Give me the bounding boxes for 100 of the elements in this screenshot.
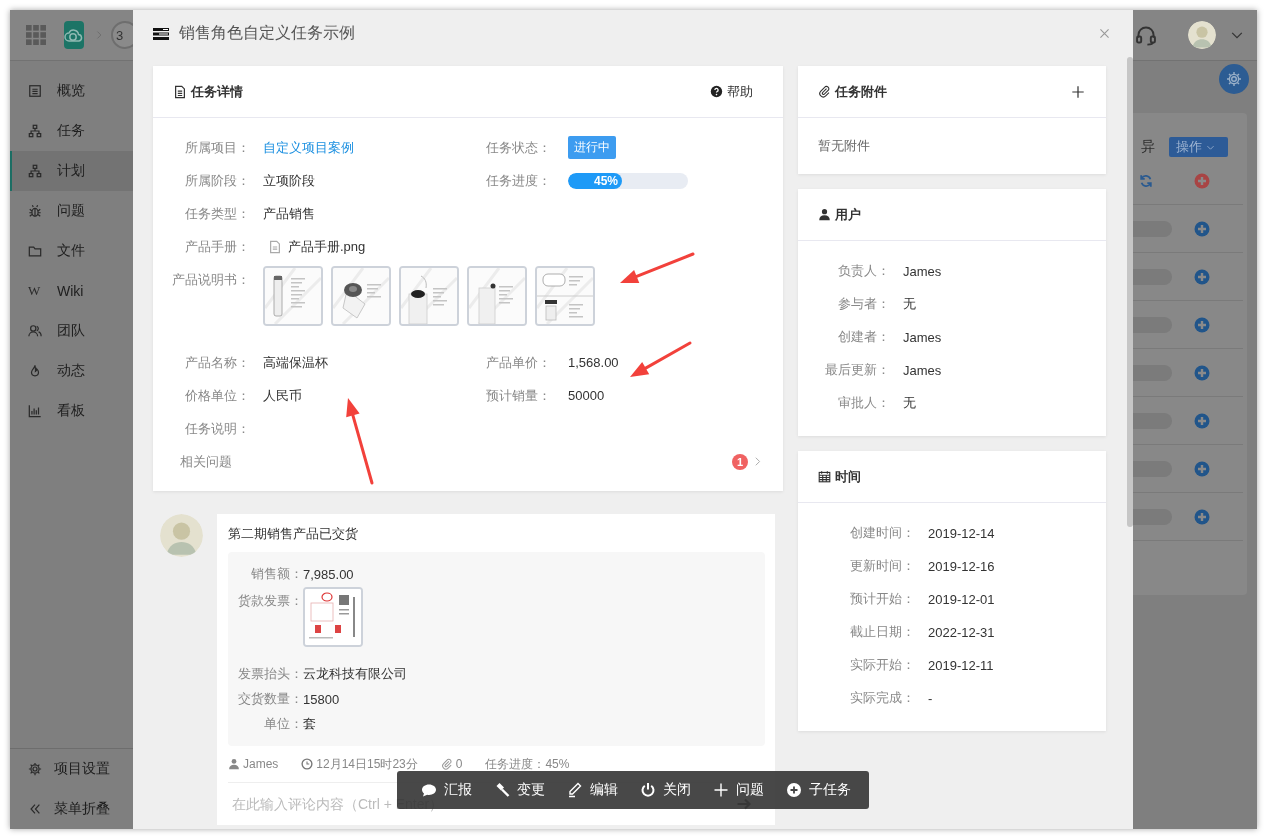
field-label: 创建时间： (849, 524, 915, 542)
toolbar-button[interactable]: 汇报 (421, 781, 472, 799)
add-icon[interactable] (1194, 172, 1210, 189)
field-label: 产品单价： (486, 353, 552, 372)
sidebar-item[interactable]: 文件 (10, 231, 133, 271)
field-label: 单位： (263, 715, 303, 733)
file-link[interactable]: 产品手册.png (288, 237, 366, 256)
field-label: 截止日期： (849, 623, 915, 641)
field-value: 15800 (303, 691, 340, 707)
toolbar-button[interactable]: 问题 (713, 781, 764, 799)
card-title: 任务附件 (835, 82, 887, 101)
cloud-logo[interactable] (64, 21, 84, 49)
field-label: 实际开始： (849, 656, 915, 674)
field-value: 2019-12-11 (928, 657, 994, 673)
sidebar-item[interactable]: 团队 (10, 311, 133, 351)
file-icon (268, 239, 282, 254)
rounded-bar (1133, 220, 1172, 237)
field-value: 50000 (568, 388, 605, 403)
field-label: 负责人： (837, 262, 890, 280)
field-label: 任务类型： (184, 204, 250, 223)
sidebar-item[interactable]: 概览 (10, 71, 133, 111)
field-label: 销售额： (250, 565, 303, 583)
project-link[interactable]: 自定义项目案例 (263, 138, 354, 157)
add-icon[interactable] (1194, 220, 1210, 237)
wiki-icon: W (28, 283, 42, 299)
rounded-bar (1133, 316, 1172, 333)
field-value: 产品销售 (263, 204, 315, 223)
add-icon[interactable] (1194, 508, 1210, 525)
attachment-count: 0 (455, 757, 463, 771)
help-button[interactable]: 帮助 (710, 82, 753, 101)
progress-label: 45% (593, 173, 618, 188)
add-icon[interactable] (1194, 412, 1210, 429)
timestamp: 12月14日15时23分 (316, 755, 418, 773)
action-button[interactable]: 操作 (1169, 137, 1228, 157)
help-icon (710, 85, 723, 98)
gavel-icon (494, 782, 510, 798)
user-icon (818, 208, 831, 221)
sidebar-item[interactable]: 计划 (10, 151, 133, 191)
refresh-icon[interactable] (1139, 173, 1153, 188)
sidebar-item[interactable]: 菜单折叠 (10, 789, 133, 829)
speech-bubble-icon (421, 782, 437, 798)
settings-icon (28, 762, 42, 776)
field-label: 审批人： (837, 394, 890, 412)
apps-menu-icon[interactable] (26, 25, 46, 45)
field-label: 预计销量： (486, 386, 552, 405)
rounded-bar (1133, 364, 1172, 381)
add-icon[interactable] (1194, 316, 1210, 333)
card-title: 用户 (835, 205, 861, 224)
field-value: 无 (903, 394, 916, 412)
sitemap-icon (28, 124, 42, 138)
scrollbar[interactable] (1127, 57, 1133, 527)
close-button[interactable] (1098, 27, 1111, 40)
sidebar-item[interactable]: W Wiki (10, 271, 133, 311)
field-value: 2022-12-31 (928, 624, 995, 640)
calendar-icon (818, 470, 831, 483)
plus-icon (1071, 84, 1085, 99)
field-value: 无 (903, 295, 916, 313)
double-chevron-left-icon (28, 802, 42, 816)
field-label: 产品说明书： (171, 271, 250, 289)
field-label: 参与者： (837, 295, 890, 313)
toolbar-button[interactable]: 子任务 (786, 781, 851, 799)
field-label: 货款发票： (237, 591, 303, 610)
count-badge: 1 (732, 453, 748, 470)
avatar (1188, 21, 1216, 49)
toolbar-button[interactable]: 变更 (494, 781, 545, 799)
sidebar-item[interactable]: 看板 (10, 391, 133, 431)
clock-icon (301, 758, 314, 770)
field-label: 任务说明： (184, 419, 250, 438)
add-icon[interactable] (1194, 364, 1210, 381)
plus-circle-icon (786, 782, 802, 798)
modal-title: 销售角色自定义任务示例 (179, 23, 355, 43)
add-button[interactable] (1071, 84, 1085, 99)
sidebar-item[interactable]: 任务 (10, 111, 133, 151)
sidebar-item[interactable]: 问题 (10, 191, 133, 231)
paperclip-icon (818, 85, 831, 98)
field-label: 所属项目： (184, 138, 250, 157)
flame-icon (28, 364, 42, 378)
field-label: 产品手册： (184, 237, 250, 256)
rounded-bar (1133, 412, 1172, 429)
progress-text: 任务进度：45% (485, 755, 570, 773)
sidebar-item[interactable]: 动态 (10, 351, 133, 391)
plus-icon (713, 782, 729, 798)
field-label: 发票抬头： (237, 665, 303, 683)
field-value: James (903, 362, 942, 378)
sitemap-icon (28, 164, 42, 178)
field-value: - (928, 690, 933, 706)
project-badge[interactable]: 3 (111, 21, 133, 49)
related-issues-label[interactable]: 相关问题 (180, 452, 232, 471)
headset-icon[interactable] (1135, 24, 1157, 46)
field-label: 最后更新： (824, 361, 890, 379)
toolbar-button[interactable]: 关闭 (640, 781, 691, 799)
sidebar-item[interactable]: 项目设置 (10, 749, 133, 789)
add-icon[interactable] (1194, 460, 1210, 477)
field-value: 人民币 (263, 386, 302, 405)
settings-button[interactable] (1219, 64, 1249, 94)
toolbar-button[interactable]: 编辑 (567, 781, 618, 799)
document-icon (173, 84, 187, 99)
bug-icon (28, 204, 42, 218)
add-icon[interactable] (1194, 268, 1210, 285)
rounded-bar (1133, 508, 1172, 525)
